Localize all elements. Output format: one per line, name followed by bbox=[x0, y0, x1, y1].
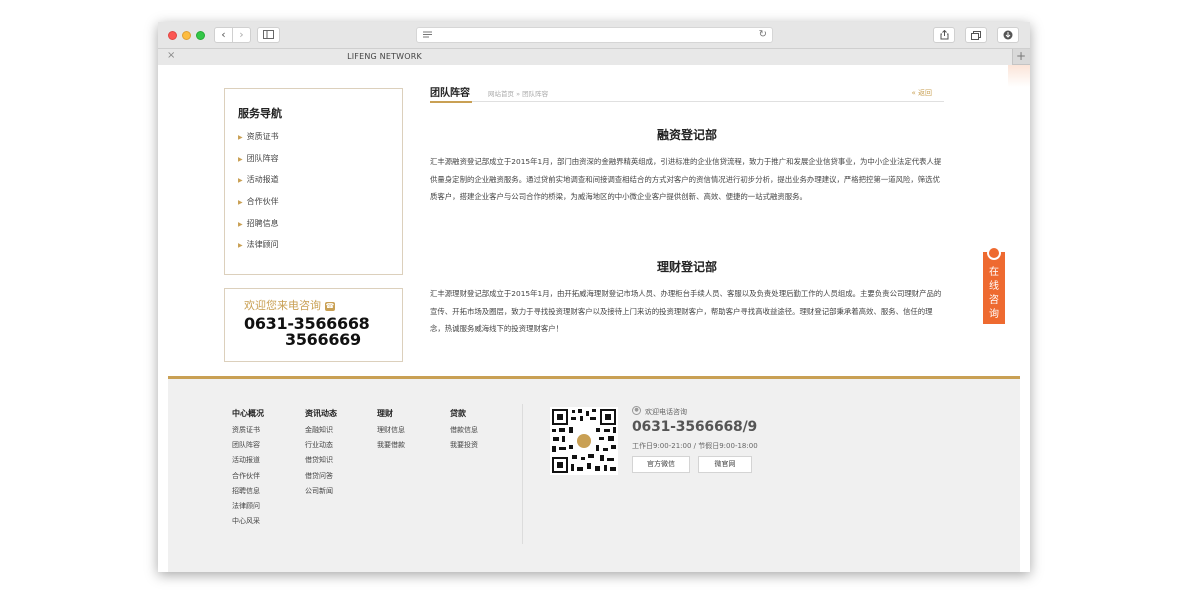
service-nav-item-label: 合作伙伴 bbox=[246, 197, 279, 207]
close-window-button[interactable] bbox=[168, 31, 177, 40]
online-consult-button[interactable]: 在线咨询 bbox=[983, 246, 1005, 324]
contact-phone-secondary: 3566669 bbox=[285, 330, 361, 349]
tab-overview-button[interactable] bbox=[965, 27, 987, 43]
service-nav-item[interactable]: ▶ 资质证书 bbox=[238, 131, 279, 153]
footer-column: 贷款 借款信息 我要投资 bbox=[450, 408, 478, 455]
tab-title: LIFENG NETWORK bbox=[347, 52, 422, 61]
arrow-right-icon: ▶ bbox=[238, 199, 243, 207]
breadcrumb-bar: 团队阵容 网站首页 » 团队阵容 « 返回 bbox=[430, 82, 944, 103]
sidebar-toggle-button[interactable] bbox=[257, 27, 280, 43]
service-nav-list: ▶ 资质证书 ▶ 团队阵容 ▶ 活动报道 ▶ 合作伙伴 ▶ 招聘信息 ▶ 法律顾问 bbox=[238, 131, 279, 261]
section-body: 汇丰源理财登记部成立于2015年1月，由开拓威海理财登记市场人员、办理柜台手续人… bbox=[430, 289, 942, 333]
decorative-stripe bbox=[1008, 65, 1030, 87]
phone-icon: ☎ bbox=[325, 302, 335, 311]
mobile-site-button[interactable]: 微官网 bbox=[698, 456, 752, 473]
footer-link[interactable]: 招聘信息 bbox=[232, 486, 264, 501]
footer-hours: 工作日9:00-21:00 / 节假日9:00-18:00 bbox=[632, 442, 758, 450]
wechat-button[interactable]: 官方微信 bbox=[632, 456, 690, 473]
user-icon: ● bbox=[632, 406, 641, 415]
service-nav-item[interactable]: ▶ 法律顾问 bbox=[238, 239, 279, 261]
footer-column: 理财 理财信息 我要借款 bbox=[377, 408, 405, 455]
footer-link[interactable]: 我要投资 bbox=[450, 440, 478, 455]
footer-link[interactable]: 我要借款 bbox=[377, 440, 405, 455]
service-nav-item-label: 资质证书 bbox=[246, 132, 279, 141]
footer-link[interactable]: 金融知识 bbox=[305, 425, 337, 440]
section-title: 理财登记部 bbox=[656, 260, 717, 274]
service-nav-panel: 服务导航 ▶ 资质证书 ▶ 团队阵容 ▶ 活动报道 ▶ 合作伙伴 ▶ 招聘信息 ▶ 法律顾问 bbox=[224, 88, 403, 275]
arrow-right-icon: ▶ bbox=[238, 155, 243, 163]
consult-badge-icon bbox=[987, 246, 1001, 260]
reload-icon[interactable]: ↻ bbox=[759, 29, 767, 40]
footer-contact-label: 欢迎电话咨询 bbox=[645, 408, 687, 416]
arrow-right-icon: ▶ bbox=[238, 177, 243, 185]
browser-window: ‹ › ↻ × LIFENG NETWORK + 服务导航 ▶ 资质证书 ▶ 团… bbox=[158, 22, 1030, 572]
service-nav-item[interactable]: ▶ 团队阵容 bbox=[238, 153, 279, 175]
tabs-icon bbox=[971, 31, 981, 40]
footer-link[interactable]: 理财信息 bbox=[377, 425, 405, 440]
contact-box-title: 欢迎您来电咨询 ☎ bbox=[244, 297, 335, 313]
footer-link[interactable]: 公司新闻 bbox=[305, 486, 337, 501]
share-icon bbox=[940, 29, 948, 40]
address-bar[interactable]: ↻ bbox=[416, 27, 773, 43]
service-nav-item-label: 团队阵容 bbox=[246, 153, 279, 163]
sidebar-icon bbox=[263, 30, 274, 39]
footer-link[interactable]: 行业动态 bbox=[305, 440, 337, 455]
service-nav-title: 服务导航 bbox=[238, 107, 282, 120]
footer-column: 资讯动态 金融知识 行业动态 借贷知识 借贷问答 公司新闻 bbox=[305, 408, 337, 501]
service-nav-item-label: 法律顾问 bbox=[246, 240, 279, 250]
footer-column-title: 中心概况 bbox=[232, 409, 264, 418]
back-link[interactable]: « 返回 bbox=[911, 88, 932, 98]
arrow-right-icon: ▶ bbox=[238, 220, 243, 228]
footer-link[interactable]: 团队阵容 bbox=[232, 440, 264, 455]
service-nav-item-label: 活动报道 bbox=[246, 175, 279, 185]
service-nav-item[interactable]: ▶ 活动报道 bbox=[238, 174, 279, 196]
phone-contact-box: 欢迎您来电咨询 ☎ 0631-3566668 3566669 bbox=[224, 288, 403, 362]
page-title: 团队阵容 bbox=[430, 84, 472, 103]
online-consult-label: 在线咨询 bbox=[989, 267, 999, 320]
footer-link[interactable]: 法律顾问 bbox=[232, 501, 264, 516]
minimize-window-button[interactable] bbox=[182, 31, 191, 40]
service-nav-item[interactable]: ▶ 招聘信息 bbox=[238, 218, 279, 240]
footer-column: 中心概况 资质证书 团队阵容 活动报道 合作伙伴 招聘信息 法律顾问 中心风采 bbox=[232, 408, 264, 531]
arrow-right-icon: ▶ bbox=[238, 242, 243, 250]
service-nav-item[interactable]: ▶ 合作伙伴 bbox=[238, 196, 279, 218]
site-footer: 中心概况 资质证书 团队阵容 活动报道 合作伙伴 招聘信息 法律顾问 中心风采 … bbox=[168, 376, 1020, 572]
footer-link[interactable]: 资质证书 bbox=[232, 425, 264, 440]
service-nav-item-label: 招聘信息 bbox=[246, 218, 279, 228]
forward-button[interactable]: › bbox=[232, 27, 251, 43]
qr-code-icon bbox=[550, 407, 618, 475]
footer-column-title: 贷款 bbox=[450, 409, 466, 418]
footer-link[interactable]: 借贷知识 bbox=[305, 455, 337, 470]
active-tab[interactable]: × LIFENG NETWORK bbox=[158, 49, 1013, 65]
share-button[interactable] bbox=[933, 27, 955, 43]
web-page: 服务导航 ▶ 资质证书 ▶ 团队阵容 ▶ 活动报道 ▶ 合作伙伴 ▶ 招聘信息 ▶ 法律顾问… bbox=[158, 65, 1030, 572]
zoom-window-button[interactable] bbox=[196, 31, 205, 40]
footer-column-title: 理财 bbox=[377, 409, 393, 418]
back-button[interactable]: ‹ bbox=[214, 27, 233, 43]
section-body: 汇丰源融资登记部成立于2015年1月，部门由资深的金融界精英组成，引进标准的企业… bbox=[430, 157, 942, 201]
tab-bar: × LIFENG NETWORK + bbox=[158, 49, 1030, 65]
footer-link[interactable]: 活动报道 bbox=[232, 455, 264, 470]
screenshot-stage: ‹ › ↻ × LIFENG NETWORK + 服务导航 ▶ 资质证书 ▶ 团… bbox=[0, 0, 1190, 612]
downloads-button[interactable] bbox=[997, 27, 1019, 43]
download-icon bbox=[1003, 30, 1013, 40]
footer-column-title: 资讯动态 bbox=[305, 409, 337, 418]
footer-phone: 0631-3566668/9 bbox=[632, 419, 758, 435]
contact-box-title-text: 欢迎您来电咨询 bbox=[244, 299, 321, 312]
footer-link[interactable]: 合作伙伴 bbox=[232, 471, 264, 486]
browser-titlebar: ‹ › ↻ bbox=[158, 22, 1030, 49]
arrow-right-icon: ▶ bbox=[238, 134, 243, 141]
reader-icon[interactable] bbox=[423, 31, 433, 40]
footer-link[interactable]: 借贷问答 bbox=[305, 471, 337, 486]
footer-link[interactable]: 中心风采 bbox=[232, 516, 264, 531]
new-tab-button[interactable]: + bbox=[1016, 49, 1026, 63]
breadcrumb[interactable]: 网站首页 » 团队阵容 bbox=[488, 88, 548, 98]
footer-link[interactable]: 借款信息 bbox=[450, 425, 478, 440]
section-title: 融资登记部 bbox=[656, 128, 717, 142]
footer-divider bbox=[522, 404, 523, 544]
